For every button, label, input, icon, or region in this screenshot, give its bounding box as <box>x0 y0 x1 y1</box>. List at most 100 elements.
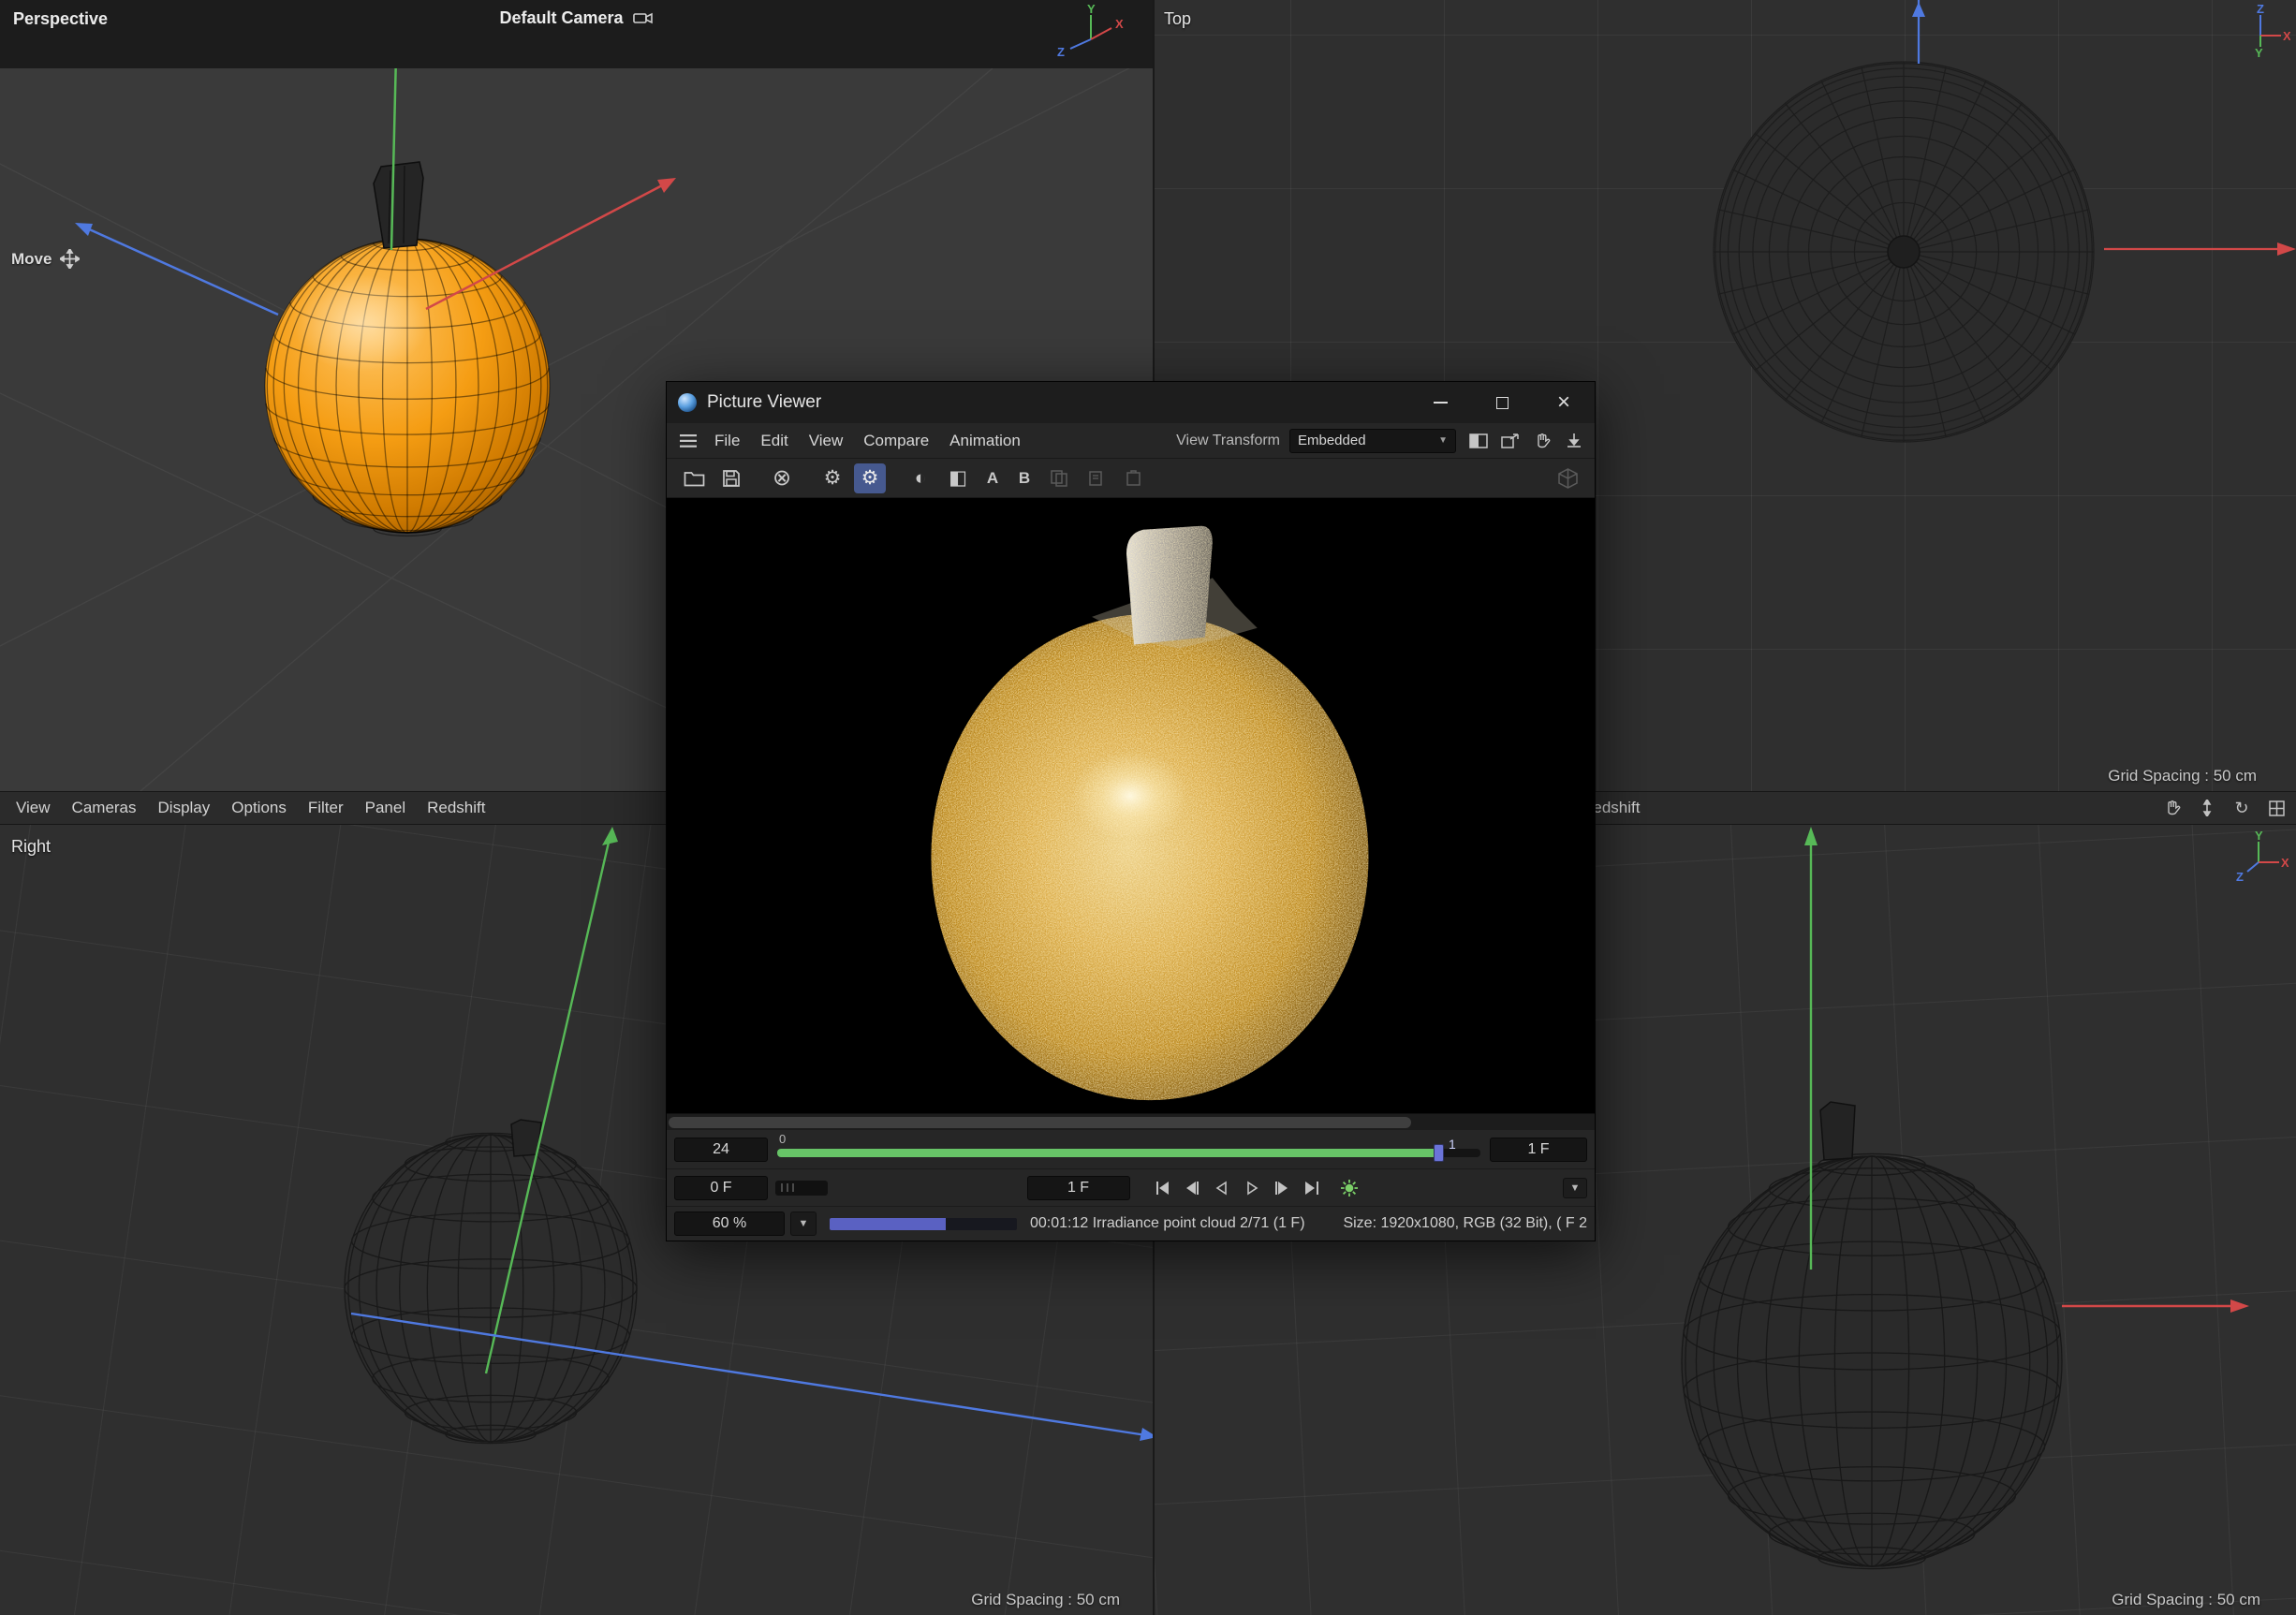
goto-start-icon[interactable] <box>1147 1176 1177 1200</box>
axis-z-label: Z <box>2257 4 2264 16</box>
hamburger-menu-icon[interactable] <box>680 434 697 448</box>
window-titlebar[interactable]: Picture Viewer × <box>667 382 1595 423</box>
end-frame-field[interactable]: 1 F <box>1490 1138 1587 1162</box>
view-transform-value: Embedded <box>1298 433 1366 448</box>
render-status-message: 00:01:12 Irradiance point cloud 2/71 (1 … <box>1030 1215 1343 1232</box>
menu-view[interactable]: View <box>799 432 854 450</box>
axis-x-label: X <box>2281 856 2289 870</box>
menu-display[interactable]: Display <box>158 799 224 817</box>
maximize-button[interactable] <box>1471 382 1533 423</box>
menu-cameras[interactable]: Cameras <box>72 799 150 817</box>
window-title: Picture Viewer <box>707 392 821 413</box>
3d-cube-icon-disabled <box>1552 463 1583 493</box>
contrast-icon[interactable]: ◐ <box>905 463 936 493</box>
menu-panel[interactable]: Panel <box>365 799 419 817</box>
active-tool-hint: Move <box>11 249 80 269</box>
menu-edit[interactable]: Edit <box>750 432 798 450</box>
play-backward-icon[interactable] <box>1207 1176 1237 1200</box>
stem-top-view <box>1888 236 1920 268</box>
cinema4d-workspace: Perspective Default Camera Move <box>0 0 2296 1615</box>
rotate-view-icon[interactable]: ↻ <box>2231 798 2252 818</box>
rendered-pumpkin-image <box>667 498 1595 1113</box>
viewport-label-right: Right <box>11 837 51 857</box>
axis-y-label: Y <box>2255 830 2263 843</box>
specular-highlight <box>293 274 428 372</box>
paste-icon-disabled <box>1118 463 1150 493</box>
stem <box>1120 521 1218 652</box>
view-transform-dropdown[interactable]: Embedded ▼ <box>1289 429 1456 453</box>
menu-animation[interactable]: Animation <box>939 432 1031 450</box>
render-progress-fill <box>830 1218 946 1230</box>
ab-compare-icon[interactable]: ◧ <box>942 463 974 493</box>
scrollbar-handle[interactable] <box>669 1117 1411 1128</box>
play-forward-icon[interactable] <box>1237 1176 1267 1200</box>
rendered-image-canvas[interactable] <box>667 498 1595 1113</box>
active-camera-label[interactable]: Default Camera <box>499 8 623 28</box>
menu-redshift[interactable]: Redshift <box>427 799 498 817</box>
swap-ab-icon-disabled <box>1043 463 1075 493</box>
zoom-level-field[interactable]: 60 % <box>674 1211 785 1236</box>
menu-filter[interactable]: Filter <box>308 799 357 817</box>
axis-y-label: Y <box>2255 46 2263 58</box>
viewport-label-top: Top <box>1164 9 1191 29</box>
axis-x-label: X <box>1115 17 1124 31</box>
render-frame-icon[interactable] <box>1334 1176 1364 1200</box>
ruler-end-label: 1 <box>1449 1137 1456 1152</box>
pan-hand-icon[interactable] <box>2162 798 2183 818</box>
axis-z-label: Z <box>1057 45 1065 59</box>
dock-window-icon[interactable] <box>1563 430 1585 452</box>
split-view-icon[interactable] <box>1467 430 1490 452</box>
axis-z-label: Z <box>2236 870 2244 884</box>
render-progress-bar <box>830 1218 1017 1230</box>
hand-icon[interactable] <box>1531 430 1553 452</box>
picture-viewer-toolbar: ⊗ ⚙ ⚙ ◐ ◧ A B <box>667 459 1595 498</box>
image-horizontal-scrollbar[interactable] <box>667 1113 1595 1130</box>
pumpkin-stem <box>374 162 423 248</box>
axis-y-label: Y <box>1087 4 1096 16</box>
camera-icon[interactable] <box>633 11 654 25</box>
zoom-chevron-icon[interactable]: ▼ <box>790 1211 817 1236</box>
axis-x-label: X <box>2283 29 2290 43</box>
next-frame-icon[interactable] <box>1267 1176 1297 1200</box>
maximize-icon <box>1496 397 1509 409</box>
minimize-button[interactable] <box>1409 382 1471 423</box>
save-icon[interactable] <box>715 463 747 493</box>
tool-label: Move <box>11 250 52 269</box>
frame-range-bar: 24 0 1 1 F <box>667 1130 1595 1169</box>
start-frame-field[interactable]: 0 F <box>674 1176 768 1200</box>
menu-options[interactable]: Options <box>231 799 300 817</box>
picture-viewer-menubar: File Edit View Compare Animation View Tr… <box>667 423 1595 459</box>
move-tool-icon <box>60 249 80 269</box>
render-active-gear-icon[interactable]: ⚙ <box>854 463 886 493</box>
toggle-viewport-icon[interactable] <box>2266 798 2287 818</box>
set-b-button[interactable]: B <box>1011 463 1038 493</box>
close-button[interactable]: × <box>1533 382 1595 423</box>
grid-spacing-label: Grid Spacing : 50 cm <box>2112 1591 2260 1609</box>
menu-view[interactable]: View <box>16 799 64 817</box>
view-axis-gizmo: Y X Z <box>2232 830 2289 885</box>
menu-compare[interactable]: Compare <box>853 432 939 450</box>
mini-scrubber-disabled <box>775 1181 828 1196</box>
menu-file[interactable]: File <box>704 432 750 450</box>
goto-end-icon[interactable] <box>1297 1176 1327 1200</box>
dolly-zoom-icon[interactable] <box>2197 798 2217 818</box>
frame-ruler[interactable]: 0 1 <box>777 1136 1480 1164</box>
grid-spacing-label: Grid Spacing : 50 cm <box>2108 767 2257 785</box>
image-size-info: Size: 1920x1080, RGB (32 Bit), ( F 2 <box>1343 1215 1587 1232</box>
picture-viewer-window: Picture Viewer × File Edit View Compare … <box>666 381 1596 1241</box>
set-a-button[interactable]: A <box>979 463 1006 493</box>
minimize-icon <box>1434 402 1448 404</box>
current-frame-field[interactable]: 1 F <box>1027 1176 1130 1200</box>
render-settings-gear-icon[interactable]: ⚙ <box>817 463 848 493</box>
transport-options-chevron-icon[interactable]: ▼ <box>1563 1178 1587 1198</box>
detach-window-icon[interactable] <box>1499 430 1522 452</box>
timeline-handle[interactable] <box>1434 1144 1444 1162</box>
fps-field[interactable]: 24 <box>674 1138 768 1162</box>
app-icon <box>678 393 697 412</box>
copy-icon-disabled <box>1081 463 1112 493</box>
previous-frame-icon[interactable] <box>1177 1176 1207 1200</box>
chevron-down-icon: ▼ <box>1438 435 1448 446</box>
cancel-render-icon[interactable]: ⊗ <box>766 463 798 493</box>
timeline-progress-green <box>777 1149 1438 1157</box>
open-folder-icon[interactable] <box>678 463 710 493</box>
